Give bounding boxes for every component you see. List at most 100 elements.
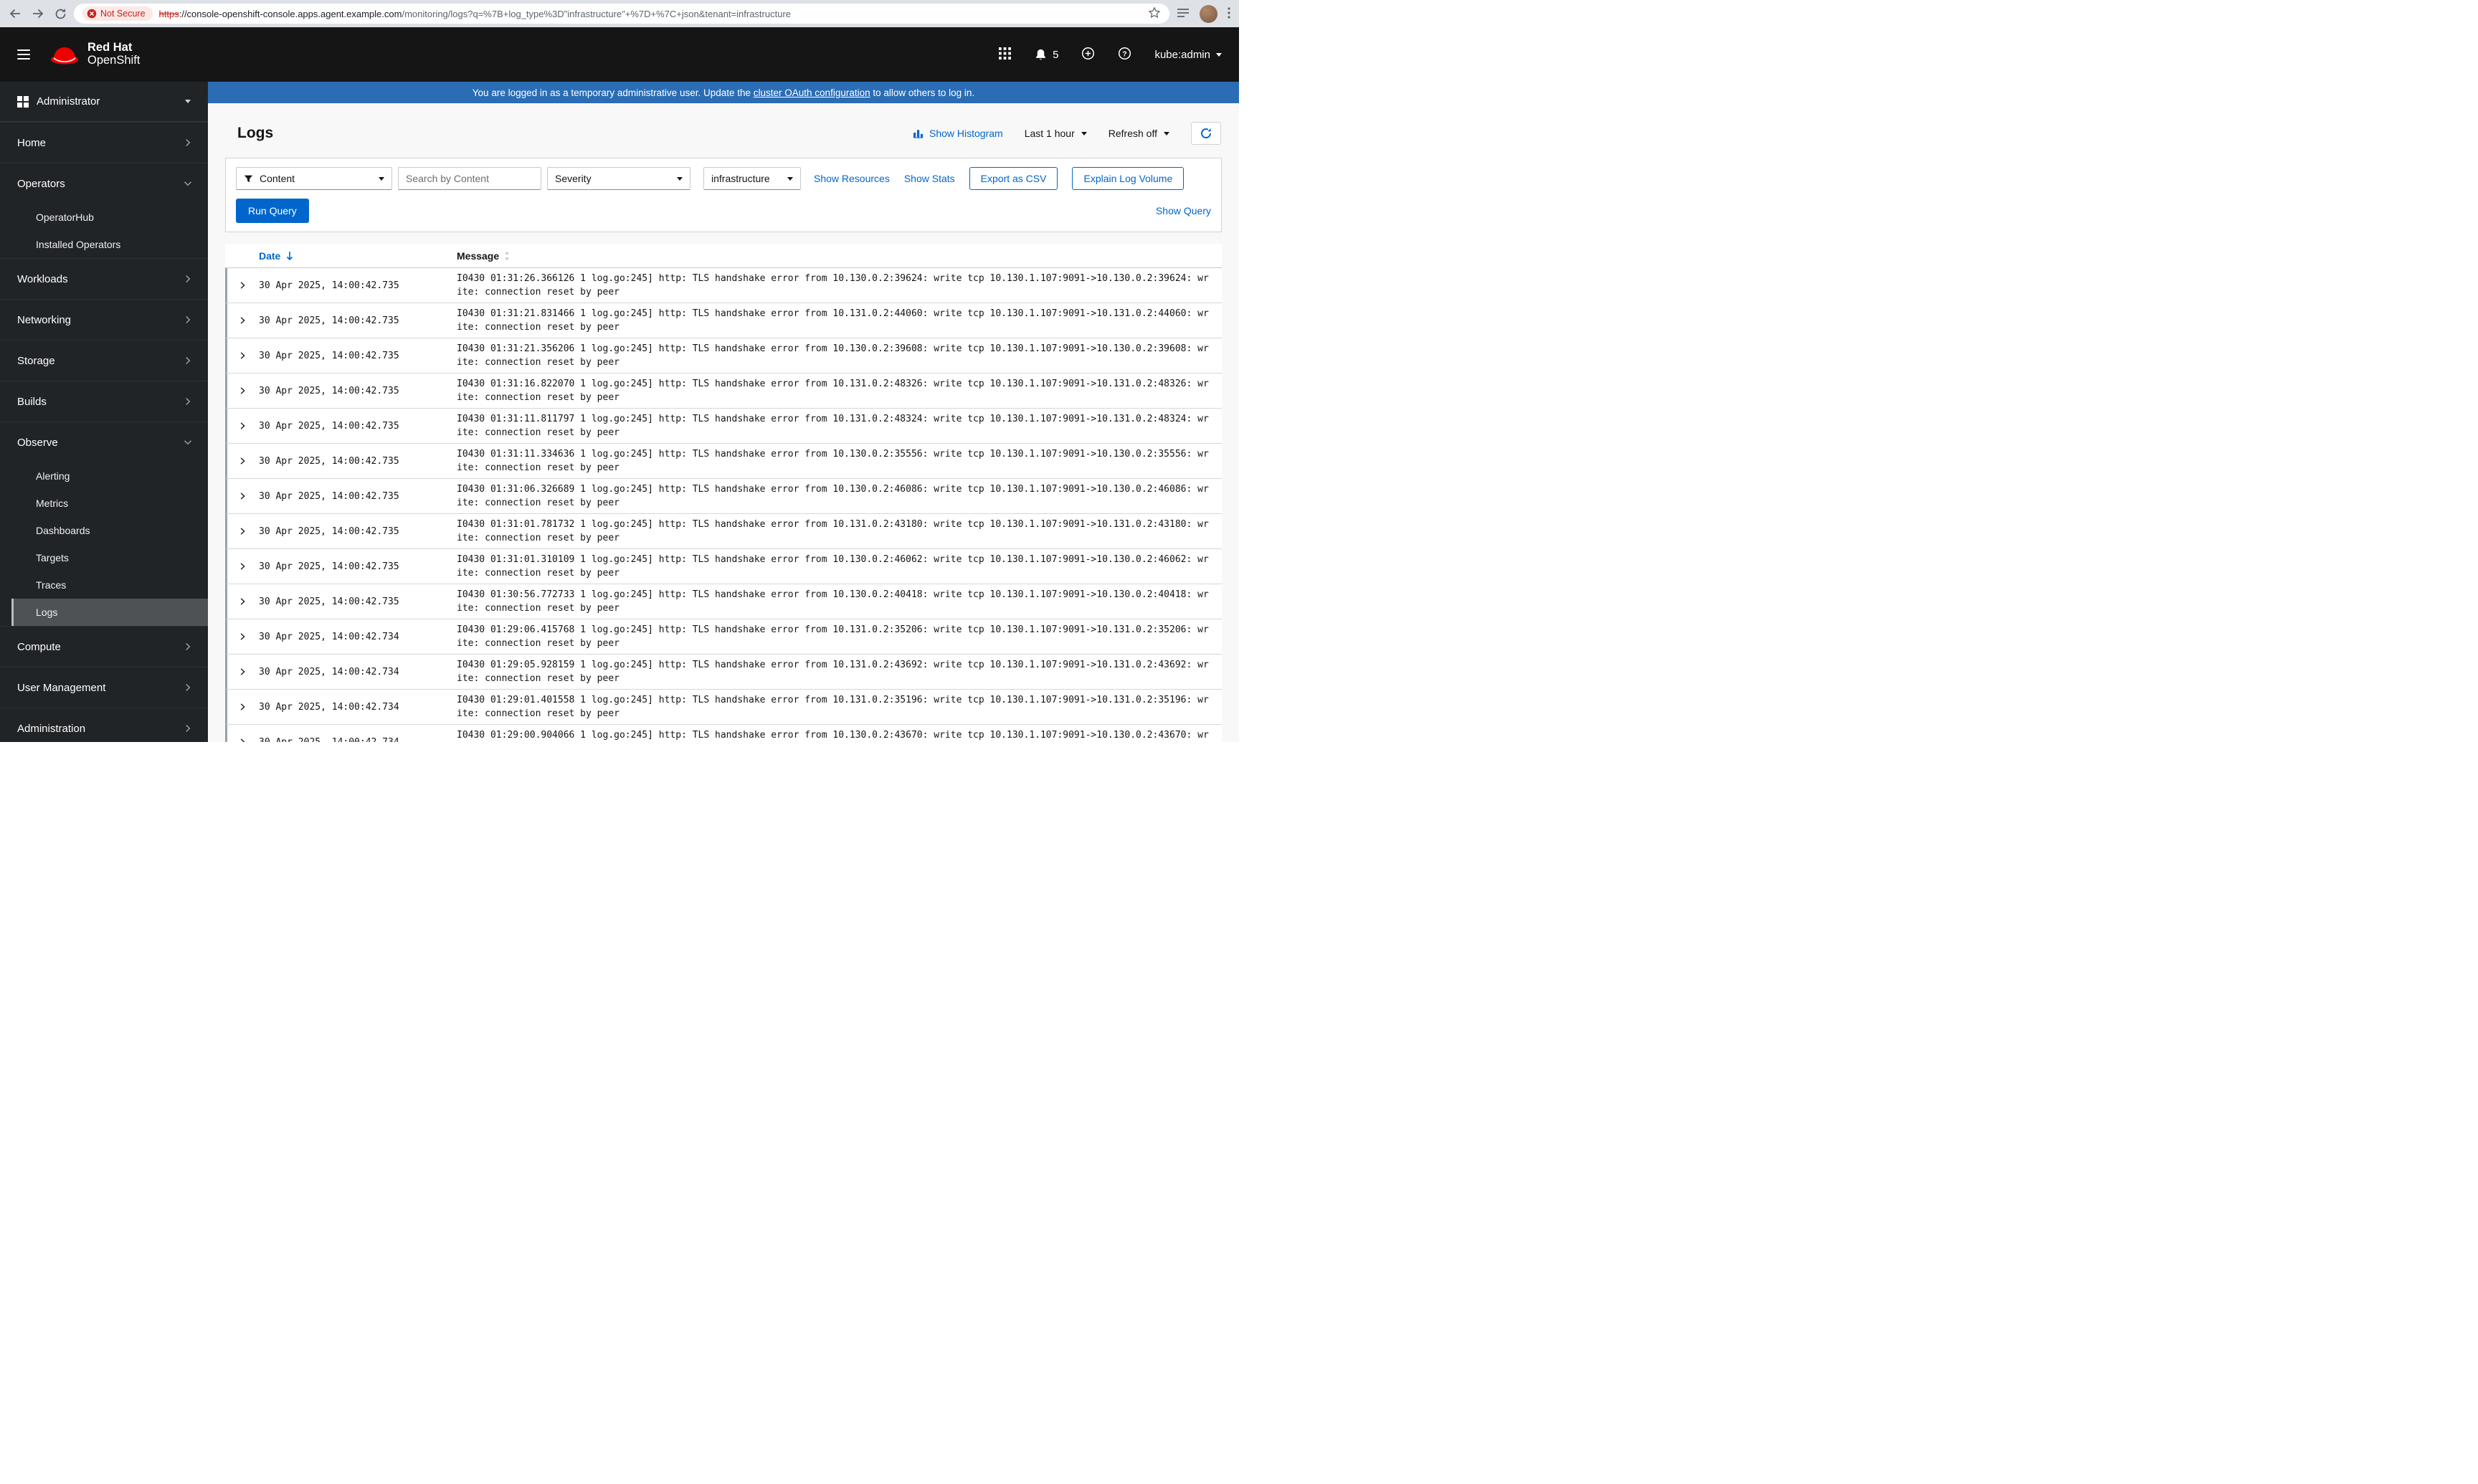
expand-row-button[interactable] — [234, 492, 250, 500]
sidebar-item-traces[interactable]: Traces — [11, 571, 208, 599]
log-date: 30 Apr 2025, 14:00:42.735 — [259, 280, 399, 291]
sidebar-nav: Administrator Home Operators OperatorHub… — [0, 82, 208, 742]
chevron-right-icon — [240, 387, 245, 394]
log-message: I0430 01:31:11.811797 1 log.go:245] http… — [457, 414, 1209, 438]
export-csv-button[interactable]: Export as CSV — [969, 167, 1058, 190]
masthead: Red Hat OpenShift 5 ? kube:admin — [0, 27, 1239, 82]
bell-icon — [1035, 49, 1046, 60]
reload-icon — [55, 8, 66, 19]
expand-row-button[interactable] — [234, 738, 250, 742]
back-button[interactable] — [9, 7, 22, 20]
not-secure-icon — [87, 9, 97, 19]
user-menu[interactable]: kube:admin — [1154, 49, 1222, 61]
nav-label: Workloads — [17, 272, 68, 285]
reading-list-icon[interactable] — [1177, 8, 1190, 20]
sidebar-item-logs[interactable]: Logs — [11, 599, 208, 626]
content-search-input[interactable] — [398, 167, 541, 190]
log-message: I0430 01:31:11.334636 1 log.go:245] http… — [457, 449, 1209, 473]
expand-row-button[interactable] — [234, 457, 250, 465]
sidebar-item-administration[interactable]: Administration — [0, 708, 208, 742]
sidebar-item-networking[interactable]: Networking — [0, 299, 208, 340]
severity-dropdown[interactable]: Severity — [547, 167, 690, 190]
expand-row-button[interactable] — [234, 316, 250, 325]
nav-label: User Management — [17, 681, 106, 694]
expand-row-button[interactable] — [234, 597, 250, 606]
explain-log-volume-button[interactable]: Explain Log Volume — [1072, 167, 1185, 190]
sidebar-item-storage[interactable]: Storage — [0, 340, 208, 381]
bookmark-star-icon[interactable] — [1148, 6, 1161, 22]
sidebar-item-observe[interactable]: Observe — [0, 422, 208, 462]
chevron-right-icon — [240, 352, 245, 359]
username: kube:admin — [1154, 48, 1210, 61]
log-row: 30 Apr 2025, 14:00:42.735 I0430 01:31:16… — [225, 374, 1222, 409]
caret-down-icon — [1081, 131, 1087, 135]
help-icon[interactable]: ? — [1118, 47, 1131, 63]
message-column-header[interactable]: Message — [457, 250, 510, 262]
reload-button[interactable] — [54, 8, 67, 20]
log-date: 30 Apr 2025, 14:00:42.735 — [259, 385, 399, 396]
add-icon[interactable] — [1081, 47, 1095, 63]
show-stats-link[interactable]: Show Stats — [904, 173, 955, 184]
sidebar-item-compute[interactable]: Compute — [0, 626, 208, 667]
time-range-dropdown[interactable]: Last 1 hour — [1025, 128, 1087, 139]
expand-row-button[interactable] — [234, 632, 250, 641]
expand-row-button[interactable] — [234, 386, 250, 395]
log-rows: 30 Apr 2025, 14:00:42.735 I0430 01:31:26… — [225, 268, 1222, 742]
sidebar-item-operators[interactable]: Operators — [0, 163, 208, 204]
forward-button[interactable] — [32, 7, 44, 20]
chevron-right-icon — [240, 668, 245, 675]
expand-row-button[interactable] — [234, 562, 250, 571]
caret-down-icon — [1216, 52, 1222, 57]
sidebar-item-workloads[interactable]: Workloads — [0, 258, 208, 299]
expand-row-button[interactable] — [234, 703, 250, 711]
nav-label: Compute — [17, 640, 61, 653]
chevron-down-icon — [184, 438, 192, 447]
perspective-switcher[interactable]: Administrator — [0, 82, 208, 122]
address-bar[interactable]: Not Secure https://console-openshift-con… — [74, 4, 1169, 24]
nav-label: Storage — [17, 354, 55, 367]
sidebar-item-targets[interactable]: Targets — [11, 544, 208, 571]
sidebar-item-installed-operators[interactable]: Installed Operators — [11, 231, 208, 258]
run-query-button[interactable]: Run Query — [236, 199, 309, 223]
oauth-config-link[interactable]: cluster OAuth configuration — [754, 87, 870, 98]
show-query-link[interactable]: Show Query — [1156, 205, 1211, 217]
sidebar-item-dashboards[interactable]: Dashboards — [11, 517, 208, 544]
expand-row-button[interactable] — [234, 351, 250, 360]
not-secure-badge[interactable]: Not Secure — [82, 6, 153, 21]
browser-toolbar-right — [1177, 4, 1230, 23]
sidebar-item-operatorhub[interactable]: OperatorHub — [11, 204, 208, 231]
sidebar-item-home[interactable]: Home — [0, 122, 208, 163]
nav-label: Operators — [17, 177, 65, 190]
expand-row-button[interactable] — [234, 422, 250, 430]
show-histogram-link[interactable]: Show Histogram — [913, 128, 1003, 139]
expand-row-button[interactable] — [234, 667, 250, 676]
nav-toggle-button[interactable] — [17, 49, 30, 60]
expand-row-button[interactable] — [234, 281, 250, 290]
show-resources-link[interactable]: Show Resources — [814, 173, 890, 184]
log-message: I0430 01:29:01.401558 1 log.go:245] http… — [457, 695, 1209, 719]
attribute-filter-dropdown[interactable]: Content — [236, 167, 392, 190]
notifications-button[interactable]: 5 — [1034, 48, 1058, 62]
tenant-dropdown[interactable]: infrastructure — [703, 167, 801, 190]
chevron-right-icon — [184, 642, 192, 651]
profile-avatar[interactable] — [1200, 4, 1217, 23]
sidebar-item-builds[interactable]: Builds — [0, 381, 208, 422]
temp-admin-banner: You are logged in as a temporary adminis… — [208, 82, 1239, 103]
sidebar-item-user-management[interactable]: User Management — [0, 667, 208, 708]
log-date: 30 Apr 2025, 14:00:42.734 — [259, 701, 399, 713]
perspective-icon — [17, 95, 29, 108]
log-message: I0430 01:31:01.310109 1 log.go:245] http… — [457, 554, 1209, 579]
app-launcher-icon[interactable] — [999, 47, 1012, 62]
sidebar-item-alerting[interactable]: Alerting — [11, 462, 208, 490]
expand-row-button[interactable] — [234, 527, 250, 536]
refresh-interval-dropdown[interactable]: Refresh off — [1109, 128, 1169, 139]
refresh-button[interactable] — [1191, 122, 1221, 145]
browser-menu-icon[interactable] — [1228, 6, 1230, 21]
sidebar-item-metrics[interactable]: Metrics — [11, 490, 208, 517]
log-message: I0430 01:30:56.772733 1 log.go:245] http… — [457, 589, 1209, 614]
date-column-header[interactable]: Date — [259, 250, 457, 262]
log-row: 30 Apr 2025, 14:00:42.735 I0430 01:31:21… — [225, 338, 1222, 374]
log-message: I0430 01:31:06.326689 1 log.go:245] http… — [457, 484, 1209, 508]
log-table: Date Message 30 Apr 2025, 14:00:42.735 I… — [225, 244, 1222, 742]
histogram-icon — [913, 130, 924, 138]
